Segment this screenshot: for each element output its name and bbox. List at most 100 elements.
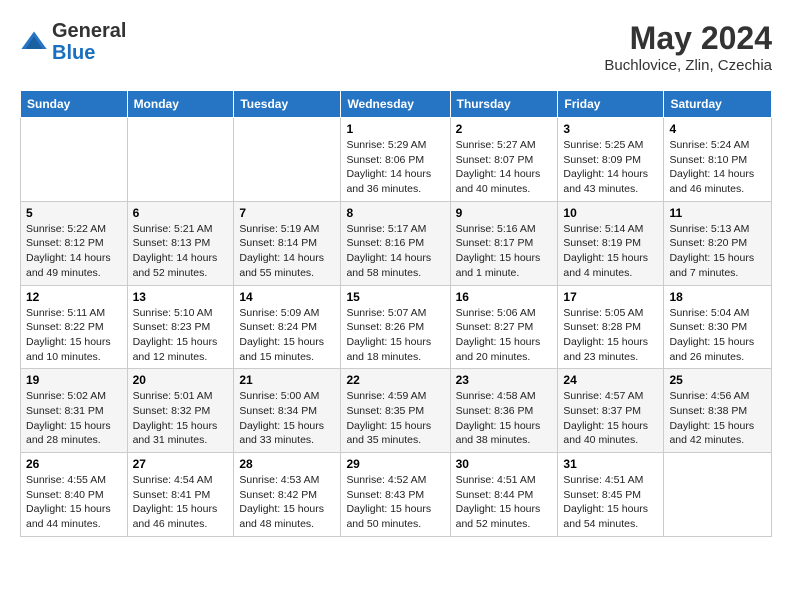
calendar-day-cell: 1Sunrise: 5:29 AM Sunset: 8:06 PM Daylig… [341,118,450,202]
day-number: 6 [133,206,229,220]
day-info: Sunrise: 4:51 AM Sunset: 8:44 PM Dayligh… [456,473,553,532]
day-number: 9 [456,206,553,220]
calendar-day-cell: 2 Sunrise: 5:27 AM Sunset: 8:07 PM Daylig… [450,118,558,202]
calendar-day-cell: 20Sunrise: 5:01 AM Sunset: 8:32 PM Dayli… [127,369,234,453]
day-info: Sunrise: 4:51 AM Sunset: 8:45 PM Dayligh… [563,473,658,532]
day-info: Sunrise: 5:00 AM Sunset: 8:34 PM Dayligh… [239,389,335,448]
day-info: Sunrise: 4:53 AM Sunset: 8:42 PM Dayligh… [239,473,335,532]
logo-general: General [52,20,126,42]
day-number: 20 [133,373,229,387]
day-of-week-header: Monday [127,91,234,118]
logo: General Blue [20,20,126,64]
day-info: Sunrise: 4:55 AM Sunset: 8:40 PM Dayligh… [26,473,122,532]
day-info: Sunrise: 5:24 AM Sunset: 8:10 PM Dayligh… [669,138,766,197]
day-info: Sunrise: 5:09 AM Sunset: 8:24 PM Dayligh… [239,306,335,365]
day-number: 8 [346,206,444,220]
calendar-day-cell: 3 Sunrise: 5:25 AM Sunset: 8:09 PM Daylig… [558,118,664,202]
calendar-day-cell: 31 Sunrise: 4:51 AM Sunset: 8:45 PM Dayli… [558,453,664,537]
calendar-day-cell: 4 Sunrise: 5:24 AM Sunset: 8:10 PM Daylig… [664,118,772,202]
calendar-day-cell: 30 Sunrise: 4:51 AM Sunset: 8:44 PM Dayli… [450,453,558,537]
header-row: SundayMondayTuesdayWednesdayThursdayFrid… [21,91,772,118]
calendar-day-cell: 13Sunrise: 5:10 AM Sunset: 8:23 PM Dayli… [127,285,234,369]
day-of-week-header: Sunday [21,91,128,118]
calendar-day-cell: 17 Sunrise: 5:05 AM Sunset: 8:28 PM Dayli… [558,285,664,369]
day-info: Sunrise: 5:02 AM Sunset: 8:31 PM Dayligh… [26,389,122,448]
day-number: 17 [563,290,658,304]
month-year-title: May 2024 [604,20,772,57]
title-block: May 2024 Buchlovice, Zlin, Czechia [604,20,772,74]
logo-blue: Blue [52,42,126,64]
calendar-day-cell: 6Sunrise: 5:21 AM Sunset: 8:13 PM Daylig… [127,201,234,285]
calendar-day-cell: 7 Sunrise: 5:19 AM Sunset: 8:14 PM Daylig… [234,201,341,285]
calendar-day-cell: 29 Sunrise: 4:52 AM Sunset: 8:43 PM Dayli… [341,453,450,537]
day-number: 2 [456,122,553,136]
calendar-header: SundayMondayTuesdayWednesdayThursdayFrid… [21,91,772,118]
calendar-day-cell: 15 Sunrise: 5:07 AM Sunset: 8:26 PM Dayli… [341,285,450,369]
day-number: 7 [239,206,335,220]
day-of-week-header: Saturday [664,91,772,118]
day-info: Sunrise: 4:59 AM Sunset: 8:35 PM Dayligh… [346,389,444,448]
day-info: Sunrise: 5:16 AM Sunset: 8:17 PM Dayligh… [456,222,553,281]
calendar-week-row: 26Sunrise: 4:55 AM Sunset: 8:40 PM Dayli… [21,453,772,537]
day-number: 24 [563,373,658,387]
calendar-day-cell: 11 Sunrise: 5:13 AM Sunset: 8:20 PM Dayli… [664,201,772,285]
logo-text: General Blue [52,20,126,64]
calendar-day-cell: 23Sunrise: 4:58 AM Sunset: 8:36 PM Dayli… [450,369,558,453]
day-info: Sunrise: 4:52 AM Sunset: 8:43 PM Dayligh… [346,473,444,532]
location-subtitle: Buchlovice, Zlin, Czechia [604,57,772,74]
day-info: Sunrise: 5:19 AM Sunset: 8:14 PM Dayligh… [239,222,335,281]
day-number: 28 [239,457,335,471]
day-number: 11 [669,206,766,220]
calendar-day-cell [21,118,128,202]
day-info: Sunrise: 5:04 AM Sunset: 8:30 PM Dayligh… [669,306,766,365]
calendar-day-cell: 10Sunrise: 5:14 AM Sunset: 8:19 PM Dayli… [558,201,664,285]
calendar-day-cell: 21 Sunrise: 5:00 AM Sunset: 8:34 PM Dayli… [234,369,341,453]
day-info: Sunrise: 4:58 AM Sunset: 8:36 PM Dayligh… [456,389,553,448]
day-number: 19 [26,373,122,387]
day-of-week-header: Thursday [450,91,558,118]
day-number: 3 [563,122,658,136]
calendar-week-row: 19 Sunrise: 5:02 AM Sunset: 8:31 PM Dayli… [21,369,772,453]
logo-icon [20,28,48,56]
day-number: 15 [346,290,444,304]
day-number: 14 [239,290,335,304]
day-number: 5 [26,206,122,220]
day-number: 30 [456,457,553,471]
day-info: Sunrise: 5:13 AM Sunset: 8:20 PM Dayligh… [669,222,766,281]
calendar-day-cell: 24Sunrise: 4:57 AM Sunset: 8:37 PM Dayli… [558,369,664,453]
day-number: 16 [456,290,553,304]
day-info: Sunrise: 5:14 AM Sunset: 8:19 PM Dayligh… [563,222,658,281]
calendar-day-cell [234,118,341,202]
calendar-day-cell: 22Sunrise: 4:59 AM Sunset: 8:35 PM Dayli… [341,369,450,453]
day-of-week-header: Wednesday [341,91,450,118]
calendar-body: 1Sunrise: 5:29 AM Sunset: 8:06 PM Daylig… [21,118,772,537]
day-info: Sunrise: 5:10 AM Sunset: 8:23 PM Dayligh… [133,306,229,365]
calendar-day-cell: 19 Sunrise: 5:02 AM Sunset: 8:31 PM Dayli… [21,369,128,453]
day-number: 1 [346,122,444,136]
calendar-day-cell: 27 Sunrise: 4:54 AM Sunset: 8:41 PM Dayli… [127,453,234,537]
day-of-week-header: Tuesday [234,91,341,118]
calendar-day-cell: 16 Sunrise: 5:06 AM Sunset: 8:27 PM Dayli… [450,285,558,369]
day-info: Sunrise: 5:06 AM Sunset: 8:27 PM Dayligh… [456,306,553,365]
day-info: Sunrise: 5:27 AM Sunset: 8:07 PM Dayligh… [456,138,553,197]
calendar-day-cell: 26Sunrise: 4:55 AM Sunset: 8:40 PM Dayli… [21,453,128,537]
day-number: 25 [669,373,766,387]
calendar-table: SundayMondayTuesdayWednesdayThursdayFrid… [20,90,772,537]
day-number: 27 [133,457,229,471]
calendar-day-cell: 18Sunrise: 5:04 AM Sunset: 8:30 PM Dayli… [664,285,772,369]
calendar-day-cell: 14 Sunrise: 5:09 AM Sunset: 8:24 PM Dayli… [234,285,341,369]
day-number: 21 [239,373,335,387]
calendar-day-cell: 8Sunrise: 5:17 AM Sunset: 8:16 PM Daylig… [341,201,450,285]
day-info: Sunrise: 5:11 AM Sunset: 8:22 PM Dayligh… [26,306,122,365]
day-info: Sunrise: 5:22 AM Sunset: 8:12 PM Dayligh… [26,222,122,281]
calendar-day-cell [664,453,772,537]
day-info: Sunrise: 5:07 AM Sunset: 8:26 PM Dayligh… [346,306,444,365]
day-info: Sunrise: 4:54 AM Sunset: 8:41 PM Dayligh… [133,473,229,532]
day-number: 4 [669,122,766,136]
calendar-day-cell: 9 Sunrise: 5:16 AM Sunset: 8:17 PM Daylig… [450,201,558,285]
day-number: 31 [563,457,658,471]
day-number: 29 [346,457,444,471]
day-info: Sunrise: 5:25 AM Sunset: 8:09 PM Dayligh… [563,138,658,197]
page-header: General Blue May 2024 Buchlovice, Zlin, … [20,20,772,74]
day-info: Sunrise: 5:05 AM Sunset: 8:28 PM Dayligh… [563,306,658,365]
